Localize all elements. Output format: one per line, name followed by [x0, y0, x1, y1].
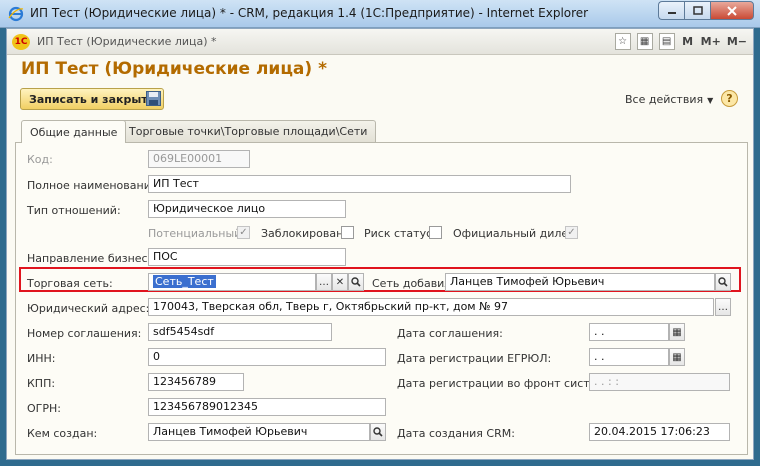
relation-type-label: Тип отношений: [27, 204, 121, 217]
tab-general[interactable]: Общие данные [21, 120, 127, 143]
ogrn-field[interactable]: 123456789012345 [148, 398, 386, 416]
business-direction-label: Направление бизнеса: [27, 252, 159, 265]
magnifier-icon [373, 427, 383, 437]
code-label: Код: [27, 153, 53, 166]
memory-button[interactable]: M [681, 33, 695, 50]
trade-network-clear-button[interactable]: ✕ [332, 273, 348, 291]
calendar-icon: ▦ [672, 351, 682, 363]
potential-checkbox: ✓ [237, 226, 250, 239]
window-title: ИП Тест (Юридические лица) * - CRM, реда… [30, 6, 589, 20]
window-titlebar: ИП Тест (Юридические лица) * - CRM, реда… [0, 0, 760, 28]
header-tools: ☆ ▦ ▤ M M+ M− [614, 33, 747, 50]
full-name-label: Полное наименование: [27, 179, 162, 192]
code-field: 069LE00001 [148, 150, 250, 168]
relation-type-field[interactable]: Юридическое лицо [148, 200, 346, 218]
agreement-date-label: Дата соглашения: [397, 327, 503, 340]
legal-address-field[interactable]: 170043, Тверская обл, Тверь г, Октябрьск… [148, 298, 714, 316]
minimize-button[interactable] [658, 1, 684, 20]
blocked-label: Заблокирован: [261, 227, 347, 240]
created-by-label: Кем создан: [27, 427, 98, 440]
agreement-number-label: Номер соглашения: [27, 327, 142, 340]
memory-plus-button[interactable]: M+ [701, 33, 721, 50]
network-added-field[interactable]: Ланцев Тимофей Юрьевич [445, 273, 715, 291]
created-by-field[interactable]: Ланцев Тимофей Юрьевич [148, 423, 370, 441]
crm-created-date-label: Дата создания CRM: [397, 427, 515, 440]
all-actions-label: Все действия [625, 93, 704, 106]
save-and-close-button[interactable]: Записать и закрыть [20, 88, 164, 110]
network-added-open-button[interactable] [715, 273, 731, 291]
clear-x-icon: ✕ [335, 276, 345, 288]
egrul-date-calendar-button[interactable]: ▦ [669, 348, 685, 366]
official-dealer-label: Официальный дилер: [453, 227, 579, 240]
minimize-icon [667, 11, 676, 14]
internet-explorer-icon [8, 6, 24, 22]
chevron-down-icon: ▼ [707, 96, 714, 105]
all-actions-menu[interactable]: Все действия ▼ [625, 93, 713, 106]
maximize-icon [692, 6, 703, 15]
agreement-date-calendar-button[interactable]: ▦ [669, 323, 685, 341]
close-button[interactable] [710, 1, 754, 20]
potential-label: Потенциальный: [148, 227, 245, 240]
kpp-field[interactable]: 123456789 [148, 373, 244, 391]
favorites-icon[interactable]: ☆ [614, 33, 631, 50]
calculator-icon[interactable]: ▦ [636, 33, 653, 50]
front-system-date-field: . . : : [589, 373, 730, 391]
form-window: 1C ИП Тест (Юридические лица) * ☆ ▦ ▤ M … [6, 28, 754, 460]
inn-label: ИНН: [27, 352, 56, 365]
full-name-field[interactable]: ИП Тест [148, 175, 571, 193]
memory-minus-button[interactable]: M− [727, 33, 747, 50]
risk-status-checkbox[interactable] [429, 226, 442, 239]
agreement-number-field[interactable]: sdf5454sdf [148, 323, 332, 341]
egrul-date-label: Дата регистрации ЕГРЮЛ: [397, 352, 552, 365]
calendar-icon[interactable]: ▤ [658, 33, 675, 50]
trade-network-open-button[interactable] [348, 273, 364, 291]
legal-address-select-button[interactable]: … [715, 298, 731, 316]
business-direction-field[interactable]: ПОС [148, 248, 346, 266]
trade-network-select-button[interactable]: … [316, 273, 332, 291]
magnifier-icon [351, 277, 361, 287]
risk-status-label: Риск статус: [364, 227, 436, 240]
1c-logo-icon: 1C [12, 34, 30, 50]
close-icon [727, 5, 737, 16]
trade-network-field[interactable]: Сеть_Тест [148, 273, 316, 291]
egrul-date-field[interactable]: . . [589, 348, 669, 366]
crm-created-date-field: 20.04.2015 17:06:23 [589, 423, 730, 441]
agreement-date-field[interactable]: . . [589, 323, 669, 341]
legal-address-label: Юридический адрес: [27, 302, 150, 315]
kpp-label: КПП: [27, 377, 56, 390]
page-title: ИП Тест (Юридические лица) * [21, 59, 327, 79]
front-system-date-label: Дата регистрации во фронт системе: [397, 377, 616, 390]
official-dealer-checkbox: ✓ [565, 226, 578, 239]
form-window-header: 1C ИП Тест (Юридические лица) * ☆ ▦ ▤ M … [7, 29, 753, 55]
window-controls [658, 1, 754, 20]
save-disk-icon[interactable] [146, 91, 161, 106]
form-window-title: ИП Тест (Юридические лица) * [37, 35, 217, 48]
network-added-label: Сеть добавил [372, 277, 452, 290]
inn-field[interactable]: 0 [148, 348, 386, 366]
blocked-checkbox[interactable] [341, 226, 354, 239]
tab-trade-points[interactable]: Торговые точки\Торговые площади\Сети [120, 120, 377, 142]
calendar-icon: ▦ [672, 326, 682, 338]
created-by-open-button[interactable] [370, 423, 386, 441]
maximize-button[interactable] [684, 1, 710, 20]
trade-network-value: Сеть_Тест [153, 275, 216, 288]
trade-network-label: Торговая сеть: [27, 277, 113, 290]
magnifier-icon [718, 277, 728, 287]
ogrn-label: ОГРН: [27, 402, 61, 415]
help-button[interactable]: ? [721, 90, 738, 107]
